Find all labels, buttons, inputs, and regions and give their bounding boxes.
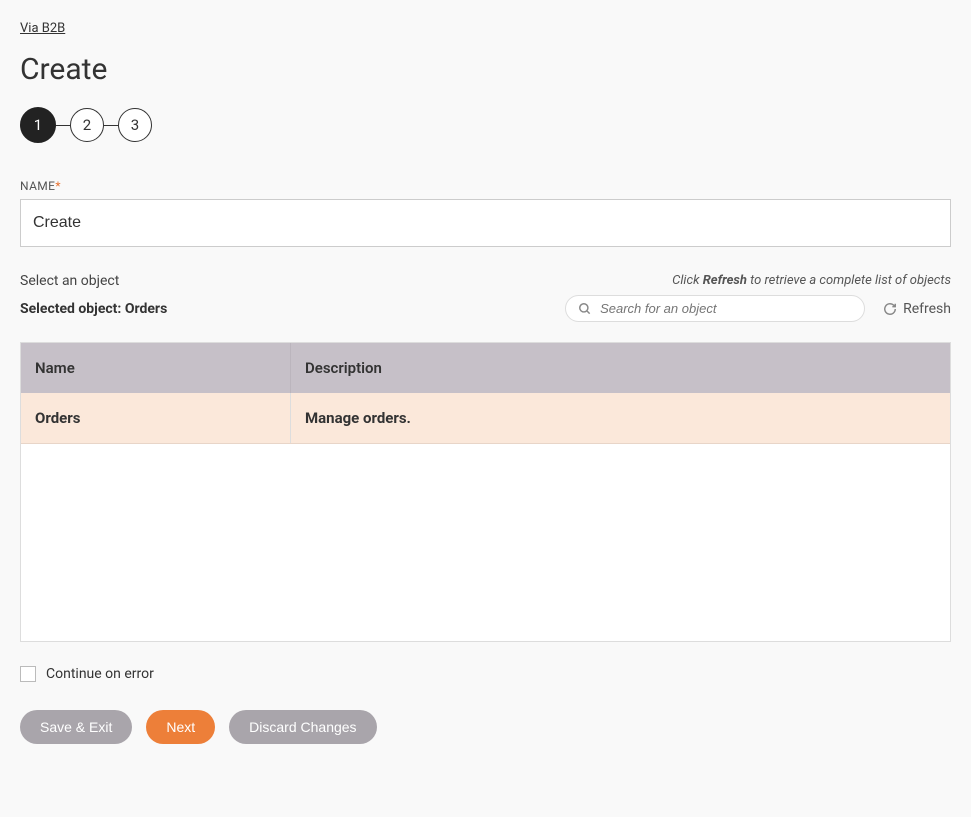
save-exit-button[interactable]: Save & Exit — [20, 710, 132, 744]
table-header: Name Description — [21, 343, 950, 393]
step-1[interactable]: 1 — [20, 107, 56, 143]
step-connector — [56, 125, 70, 126]
stepper: 1 2 3 — [20, 107, 951, 143]
search-box[interactable] — [565, 295, 865, 322]
table-row[interactable]: Orders Manage orders. — [21, 393, 950, 444]
page-title: Create — [20, 52, 951, 87]
search-icon — [578, 302, 592, 316]
select-object-label: Select an object — [20, 273, 119, 289]
continue-on-error-checkbox[interactable] — [20, 666, 36, 682]
td-name: Orders — [21, 393, 291, 443]
selected-object-label: Selected object: Orders — [20, 301, 167, 317]
name-input[interactable] — [20, 199, 951, 247]
search-input[interactable] — [600, 301, 852, 316]
step-2[interactable]: 2 — [70, 108, 104, 142]
refresh-label: Refresh — [903, 301, 951, 317]
name-field-label: NAME* — [20, 179, 951, 193]
object-table: Name Description Orders Manage orders. — [20, 342, 951, 642]
step-3[interactable]: 3 — [118, 108, 152, 142]
next-button[interactable]: Next — [146, 710, 215, 744]
refresh-button[interactable]: Refresh — [883, 301, 951, 317]
discard-button[interactable]: Discard Changes — [229, 710, 376, 744]
th-name: Name — [21, 343, 291, 393]
step-connector — [104, 125, 118, 126]
button-row: Save & Exit Next Discard Changes — [20, 710, 951, 744]
th-description: Description — [291, 343, 950, 393]
breadcrumb[interactable]: Via B2B — [20, 21, 65, 36]
td-description: Manage orders. — [291, 393, 950, 443]
refresh-hint: Click Refresh to retrieve a complete lis… — [672, 273, 951, 288]
required-asterisk: * — [55, 179, 61, 193]
continue-on-error-label[interactable]: Continue on error — [46, 666, 154, 682]
refresh-icon — [883, 302, 897, 316]
